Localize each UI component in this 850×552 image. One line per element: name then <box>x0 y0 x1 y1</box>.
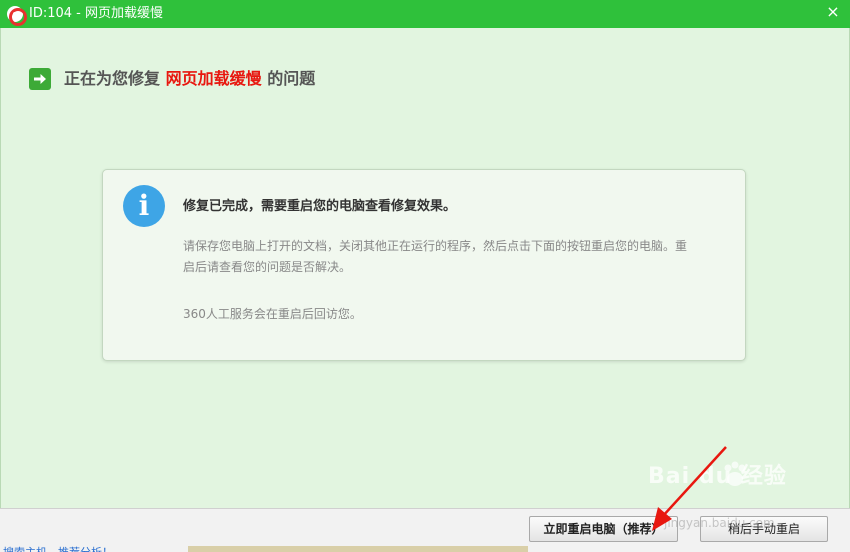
heading-suffix: 的问题 <box>267 69 316 88</box>
issue-name: 网页加载缓慢 <box>165 69 262 88</box>
window-title: ID:104 - 网页加载缓慢 <box>29 6 163 21</box>
info-description: 请保存您电脑上打开的文档，关闭其他正在运行的程序，然后点击下面的按钮重启您的电脑… <box>183 239 688 274</box>
lifebuoy-icon <box>7 6 27 26</box>
annotation-arrow <box>652 446 727 531</box>
info-note: 360人工服务会在重启后回访您。 <box>183 307 362 321</box>
background-link[interactable]: 搜索主机，推荐分析！ <box>3 544 113 552</box>
title-bar[interactable]: ID:104 - 网页加载缓慢 × <box>0 0 850 28</box>
info-icon: i <box>123 185 165 227</box>
page-title: 正在为您修复 网页加载缓慢 的问题 <box>64 67 315 91</box>
info-title: 修复已完成，需要重启您的电脑查看修复效果。 <box>183 199 457 214</box>
close-icon[interactable]: × <box>820 0 846 26</box>
background-strip <box>188 546 528 552</box>
heading-prefix: 正在为您修复 <box>64 69 161 88</box>
arrow-right-icon <box>29 68 51 90</box>
